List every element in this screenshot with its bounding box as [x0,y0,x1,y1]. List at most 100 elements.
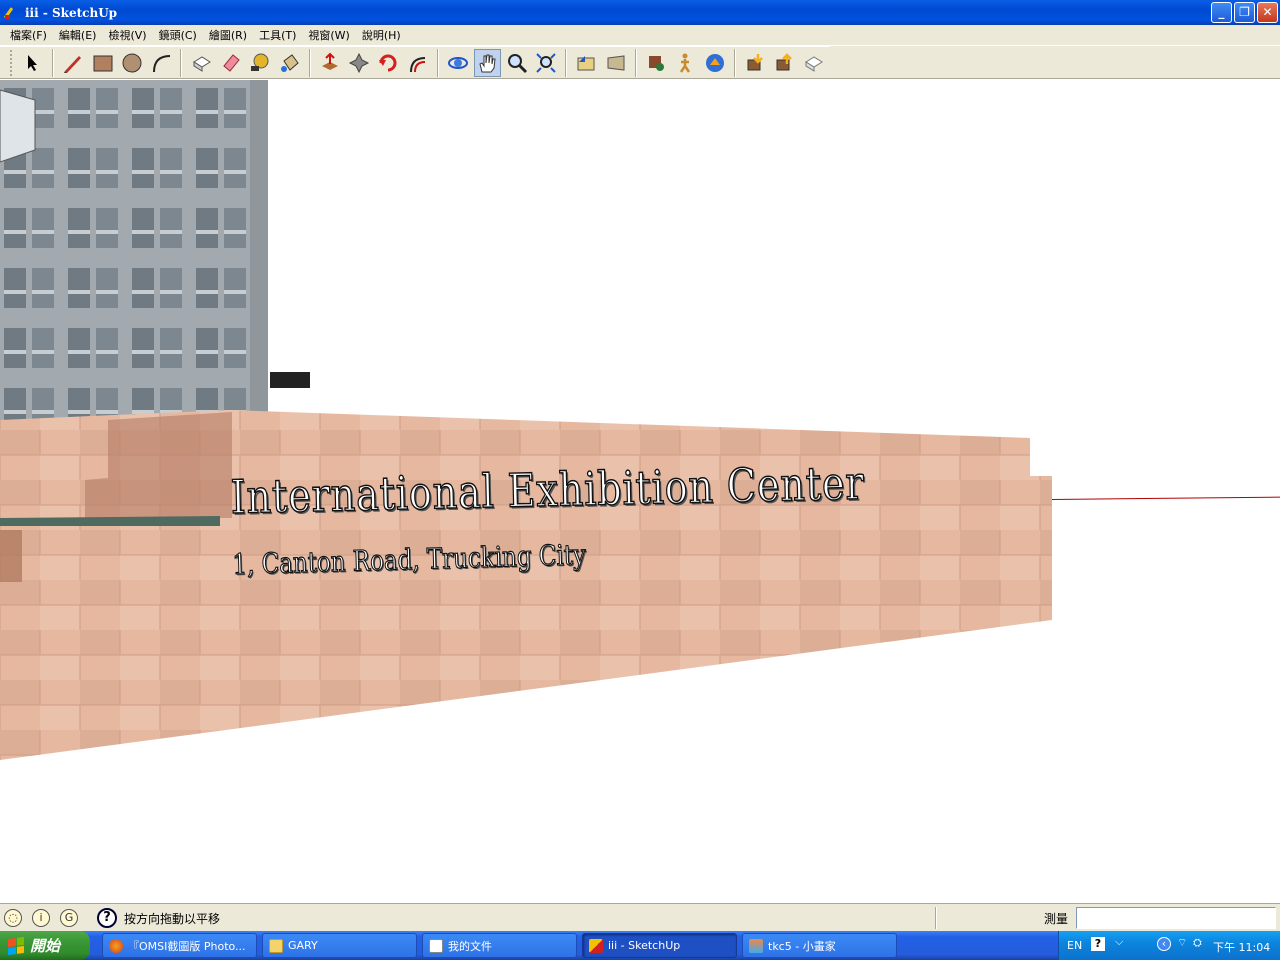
next-view-tool[interactable] [603,49,629,77]
menu-window[interactable]: 視窗(W) [302,27,355,43]
walk-icon [680,53,691,73]
menu-view[interactable]: 檢視(V) [102,27,152,43]
position-camera-icon [649,55,665,71]
circle-tool[interactable] [119,49,145,77]
move-icon [349,52,370,73]
minimize-button[interactable]: _ [1211,2,1232,23]
get-models-tool[interactable] [742,49,768,77]
sketchup-window: iii - SketchUp _ ❐ ✕ 檔案(F) 編輯(E) 檢視(V) 鏡… [0,0,1280,960]
push-pull-tool[interactable] [317,49,343,77]
restore-button[interactable]: ❐ [1234,2,1255,23]
toolbar-separator [52,48,55,77]
make-component-tool[interactable] [188,49,214,77]
sketchup-icon [589,938,603,953]
toolbar-separator [634,48,637,77]
paint-bucket-icon [280,53,299,72]
windows-flag-icon [8,936,24,955]
menu-file[interactable]: 檔案(F) [4,27,53,43]
menu-help[interactable]: 說明(H) [356,27,407,43]
walk-tool[interactable] [672,49,698,77]
toolbar-separator [565,48,568,77]
window-title: iii - SketchUp [25,5,118,20]
status-separator [935,907,937,929]
previous-view-icon [577,55,595,70]
status-bar: ◌ i G ? 按方向拖動以平移 測量 [0,903,1280,931]
restore-icon: ❐ [1239,5,1250,19]
folder-icon [269,938,283,953]
wireless-icon[interactable]: ⌔ [1177,936,1187,950]
measurements-input[interactable] [1076,907,1276,929]
pan-tool[interactable] [474,48,501,77]
toolbar-empty-area [830,46,1280,79]
look-around-tool[interactable] [702,49,728,77]
main-toolbar [0,46,830,79]
credits-icon[interactable]: i [32,909,50,927]
measurements-label: 測量 [1044,912,1069,926]
system-tray: EN ? ⌵ ‹ ⌔ ⛭ 下午 11:04 [1058,931,1280,960]
tape-measure-icon [251,53,269,71]
menu-camera[interactable]: 鏡頭(C) [153,27,203,43]
select-icon [28,54,38,71]
task-button-my-documents[interactable]: 我的文件 [422,933,577,958]
task-button-firefox[interactable]: 『OMSI截圖版 Photo... [102,933,257,958]
menu-edit[interactable]: 編輯(E) [53,27,103,43]
eraser-tool[interactable] [218,49,244,77]
orbit-tool[interactable] [445,49,471,77]
arc-tool[interactable] [148,49,174,77]
geo-location-icon[interactable]: ◌ [4,909,22,927]
status-text: 按方向拖動以平移 [124,912,221,926]
google-sign-in-icon[interactable]: G [60,909,78,927]
rotate-tool[interactable] [375,49,401,77]
move-tool[interactable] [346,49,372,77]
document-icon [429,938,443,953]
close-button[interactable]: ✕ [1257,2,1278,23]
ime-help-icon[interactable]: ? [1091,937,1105,951]
network-icon[interactable]: ⛭ [1193,936,1202,950]
arc-icon [153,54,171,72]
previous-view-tool[interactable] [573,49,599,77]
offset-tool[interactable] [405,49,431,77]
building-facade [0,80,268,425]
tape-measure-tool[interactable] [247,49,273,77]
ime-toggle-icon[interactable]: ⌵ [1115,935,1123,949]
zoom-icon [507,53,527,73]
share-model-icon [776,52,793,70]
task-label: tkc5 - 小畫家 [768,939,836,953]
pencil-tool[interactable] [60,49,86,77]
share-model-tool[interactable] [771,49,797,77]
clock[interactable]: 下午 11:04 [1213,939,1270,955]
model-viewport[interactable]: International Exhibition Center 1, Canto… [0,80,1280,903]
toolbar-separator [436,48,439,77]
language-indicator[interactable]: EN [1067,939,1082,952]
menu-draw[interactable]: 繪圖(R) [203,27,253,43]
zoom-extents-icon [536,52,556,73]
toolbar-separator [733,48,736,77]
start-button[interactable]: 開始 [0,931,90,960]
minimize-icon: _ [1218,5,1225,19]
zoom-extents-tool[interactable] [533,49,559,77]
rectangle-icon [93,55,113,71]
task-label: iii - SketchUp [608,939,681,952]
select-tool[interactable] [20,49,46,77]
share-component-tool[interactable] [801,49,827,77]
orbit-icon [448,56,469,69]
position-camera-tool[interactable] [643,49,669,77]
task-label: 『OMSI截圖版 Photo... [128,939,246,953]
menu-bar: 檔案(F) 編輯(E) 檢視(V) 鏡頭(C) 繪圖(R) 工具(T) 視窗(W… [0,25,1280,45]
zoom-tool[interactable] [504,49,530,77]
task-button-sketchup[interactable]: iii - SketchUp [582,933,737,958]
paint-bucket-tool[interactable] [276,49,302,77]
toolbar-grip[interactable] [10,49,14,76]
pencil-icon [64,55,82,73]
get-models-icon [747,53,763,70]
task-button-gary[interactable]: GARY [262,933,417,958]
help-icon[interactable]: ? [97,908,117,928]
start-label: 開始 [30,937,61,955]
rectangle-tool[interactable] [90,49,116,77]
pan-icon [479,54,497,72]
task-button-paint[interactable]: tkc5 - 小畫家 [742,933,897,958]
tray-expand-icon[interactable]: ‹ [1157,937,1171,951]
next-view-icon [607,54,625,71]
paint-icon [749,938,763,953]
menu-tools[interactable]: 工具(T) [253,27,302,43]
